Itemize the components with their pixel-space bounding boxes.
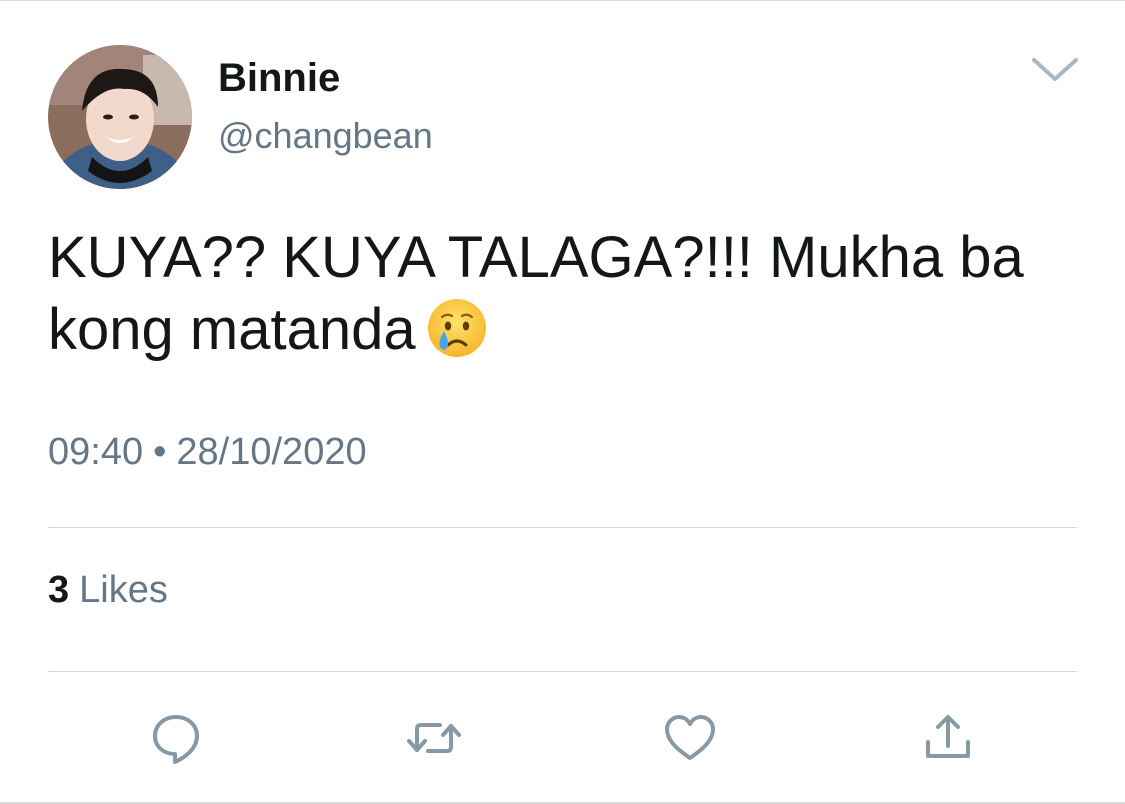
likes-label: Likes <box>79 569 168 611</box>
like-icon[interactable] <box>662 710 718 766</box>
display-name[interactable]: Binnie <box>218 54 340 102</box>
share-icon[interactable] <box>920 710 976 766</box>
likes-stat[interactable]: 3 Likes <box>48 566 168 614</box>
crying-face-emoji-icon <box>426 297 488 359</box>
tweet-text: KUYA?? KUYA TALAGA?!!! Mukha ba kong mat… <box>48 222 1088 366</box>
avatar[interactable] <box>48 45 192 189</box>
timestamp-separator: • <box>153 431 167 473</box>
tweet-date: 28/10/2020 <box>176 431 367 473</box>
tweet-text-content: KUYA?? KUYA TALAGA?!!! Mukha ba kong mat… <box>48 225 1024 362</box>
tweet-time: 09:40 <box>48 431 144 473</box>
divider <box>48 671 1077 672</box>
user-handle[interactable]: @changbean <box>218 114 433 158</box>
divider <box>48 527 1077 528</box>
retweet-icon[interactable] <box>406 710 462 766</box>
tweet-timestamp: 09:40 • 28/10/2020 <box>48 428 367 476</box>
reply-icon[interactable] <box>148 710 204 766</box>
top-border <box>0 0 1125 1</box>
chevron-down-icon[interactable] <box>1030 52 1080 86</box>
likes-count: 3 <box>48 569 70 611</box>
